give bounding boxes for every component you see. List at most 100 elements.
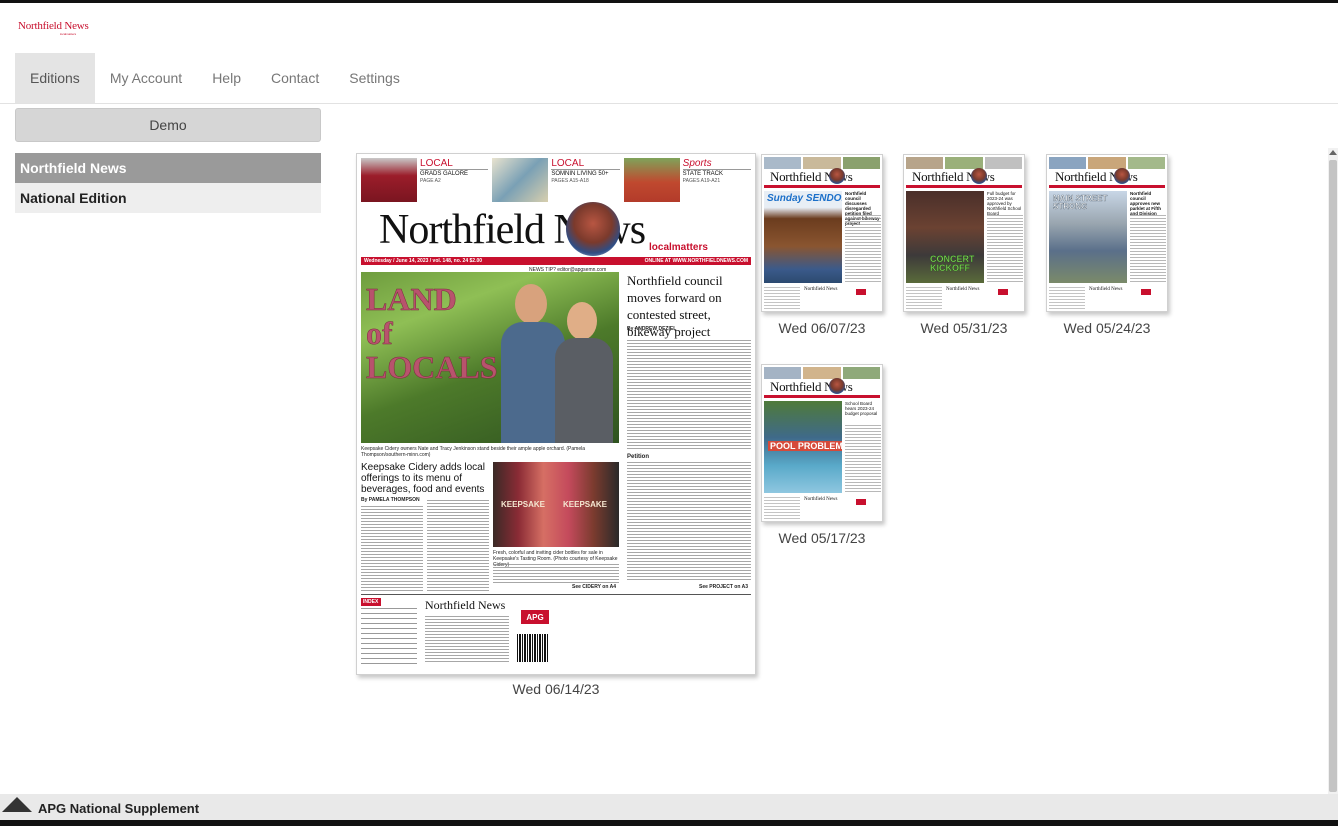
teaser-ref: PAGE A2 (420, 178, 441, 184)
tab-my-account[interactable]: My Account (95, 53, 197, 103)
article-text (845, 215, 881, 283)
lead-photo: LAND of LOCALS (361, 272, 619, 443)
footer-masthead: Northfield News (804, 287, 838, 292)
apg-logo (856, 499, 866, 505)
contact-info (425, 616, 509, 664)
teaser-text: SOMNIN LIVING 50+ (551, 171, 609, 177)
main-nav: Editions My Account Help Contact Setting… (15, 53, 415, 103)
logo-subtext: localmatters (60, 32, 77, 36)
footer-masthead: Northfield News (946, 287, 980, 292)
edition-cover-0531[interactable]: Northfield News CONCERT KICKOFF Full bud… (903, 154, 1025, 312)
teaser-text: STATE TRACK (682, 171, 724, 177)
courthouse-dome-icon (829, 378, 845, 394)
apg-logo (856, 289, 866, 295)
supplement-label: APG National Supplement (38, 801, 200, 816)
article-text (627, 462, 751, 582)
edition-cover-0607[interactable]: Northfield News Sunday SENDOFF Northfiel… (761, 154, 883, 312)
courthouse-dome-icon (971, 168, 987, 184)
barcode (517, 634, 549, 662)
article-text (427, 500, 489, 592)
footer-masthead: Northfield News (1089, 287, 1123, 292)
article-text (845, 425, 881, 493)
article-text (493, 564, 619, 584)
scroll-up-arrow-icon[interactable] (1329, 150, 1337, 155)
index-box: INDEX (361, 598, 417, 672)
dateline-bar (764, 395, 880, 398)
edition-cover-0517[interactable]: Northfield News POOL PROBLEM School Boar… (761, 364, 883, 522)
footer-masthead: Northfield News (425, 598, 506, 612)
top-border (0, 0, 1338, 3)
dateline-bar (1049, 185, 1165, 188)
scrollbar-thumb[interactable] (1329, 160, 1337, 792)
bottle-label: KEEPSAKE (563, 500, 608, 509)
pool-photo: POOL PROBLEM (764, 401, 842, 493)
cover-overlay: POOL PROBLEM (768, 441, 842, 451)
teaser-living[interactable]: LOCAL SOMNIN LIVING 50+ PAGES A15-A18 (492, 158, 620, 202)
tab-settings[interactable]: Settings (334, 53, 415, 103)
apg-logo: APG (521, 610, 549, 624)
teaser-grads[interactable]: LOCAL GRADS GALORE PAGE A2 (361, 158, 489, 202)
street-photo: MAIN STREET STRONG (1049, 191, 1127, 283)
teaser-kicker: LOCAL (420, 158, 489, 170)
mini-headline: Full budget for 2023-24 was approved by … (987, 191, 1022, 216)
article-text (361, 506, 423, 592)
lead-caption: Keepsake Cidery owners Nate and Tracy Je… (361, 446, 586, 458)
bottle-label: KEEPSAKE (501, 500, 546, 509)
cider-bottles-photo: KEEPSAKE KEEPSAKE (493, 462, 619, 547)
apg-logo (998, 289, 1008, 295)
teaser-row: LOCAL GRADS GALORE PAGE A2 LOCAL SOMNIN LIV… (361, 158, 751, 202)
cover-overlay: MAIN STREET STRONG (1053, 194, 1108, 211)
dateline-bar (764, 185, 880, 188)
mini-teasers (1049, 157, 1165, 169)
article-text (627, 340, 751, 450)
index-rows (361, 608, 417, 668)
story-subhead: Keepsake Cidery adds local offerings to … (361, 462, 485, 495)
mini-footer: Northfield News (764, 497, 882, 521)
organ-photo: Sunday SENDOFF (764, 191, 842, 283)
edition-date-large[interactable]: Wed 06/14/23 (456, 681, 656, 697)
expand-up-icon[interactable] (2, 796, 32, 812)
mini-headline: Northfield council approves new parklet … (1130, 191, 1162, 216)
article-text (1130, 215, 1166, 283)
teaser-kicker: LOCAL (551, 158, 620, 170)
headline-byline: By ANDREW DEZIEL (627, 326, 677, 332)
edition-cover-large[interactable]: LOCAL GRADS GALORE PAGE A2 LOCAL SOMNIN LIV… (356, 153, 756, 675)
teaser-ref: PAGES A15-A18 (551, 178, 589, 184)
dateline-left: Wednesday / June 14, 2023 / vol. 148, no… (364, 258, 483, 264)
edition-cover-0524[interactable]: Northfield News MAIN STREET STRONG North… (1046, 154, 1168, 312)
grads-photo (361, 158, 418, 202)
mini-footer: Northfield News (764, 287, 882, 311)
mini-teasers (764, 157, 880, 169)
person-photo (555, 302, 615, 443)
site-logo[interactable]: Northfield News localmatters (18, 20, 89, 38)
nav-divider (0, 103, 1338, 104)
supplement-bar[interactable]: APG National Supplement (0, 794, 1338, 820)
concert-photo: CONCERT KICKOFF (906, 191, 984, 283)
dateline-bar (906, 185, 1022, 188)
teaser-text: GRADS GALORE (420, 171, 469, 177)
apg-logo (1141, 289, 1151, 295)
article-text (987, 215, 1023, 283)
edition-date-0524[interactable]: Wed 05/24/23 (1046, 320, 1168, 336)
edition-date-0607[interactable]: Wed 06/07/23 (761, 320, 883, 336)
sidebar-item-northfield-news[interactable]: Northfield News (15, 153, 321, 183)
teaser-kicker: Sports (682, 158, 751, 170)
track-photo (623, 158, 680, 202)
mini-footer: Northfield News (906, 287, 1024, 311)
sidebar-item-national-edition[interactable]: National Edition (15, 183, 321, 213)
section-head: Petition (627, 454, 649, 460)
index-title: INDEX (361, 598, 381, 606)
edition-date-0531[interactable]: Wed 05/31/23 (903, 320, 1025, 336)
mini-headline: School Board hears 2023-24 budget propos… (845, 401, 878, 416)
living-photo (492, 158, 549, 202)
see-cidery-link: See CIDERY on A4 (572, 584, 616, 590)
dateline-bar: Wednesday / June 14, 2023 / vol. 148, no… (361, 257, 751, 265)
dateline-right: ONLINE AT WWW.NORTHFIELDNEWS.COM (644, 258, 748, 264)
teaser-track[interactable]: Sports STATE TRACK PAGES A19-A21 (623, 158, 751, 202)
edition-date-0517[interactable]: Wed 05/17/23 (761, 530, 883, 546)
demo-button[interactable]: Demo (15, 108, 321, 142)
tab-contact[interactable]: Contact (256, 53, 334, 103)
subhead-byline: By PAMELA THOMPSON (361, 497, 420, 503)
tab-editions[interactable]: Editions (15, 53, 95, 103)
tab-help[interactable]: Help (197, 53, 256, 103)
